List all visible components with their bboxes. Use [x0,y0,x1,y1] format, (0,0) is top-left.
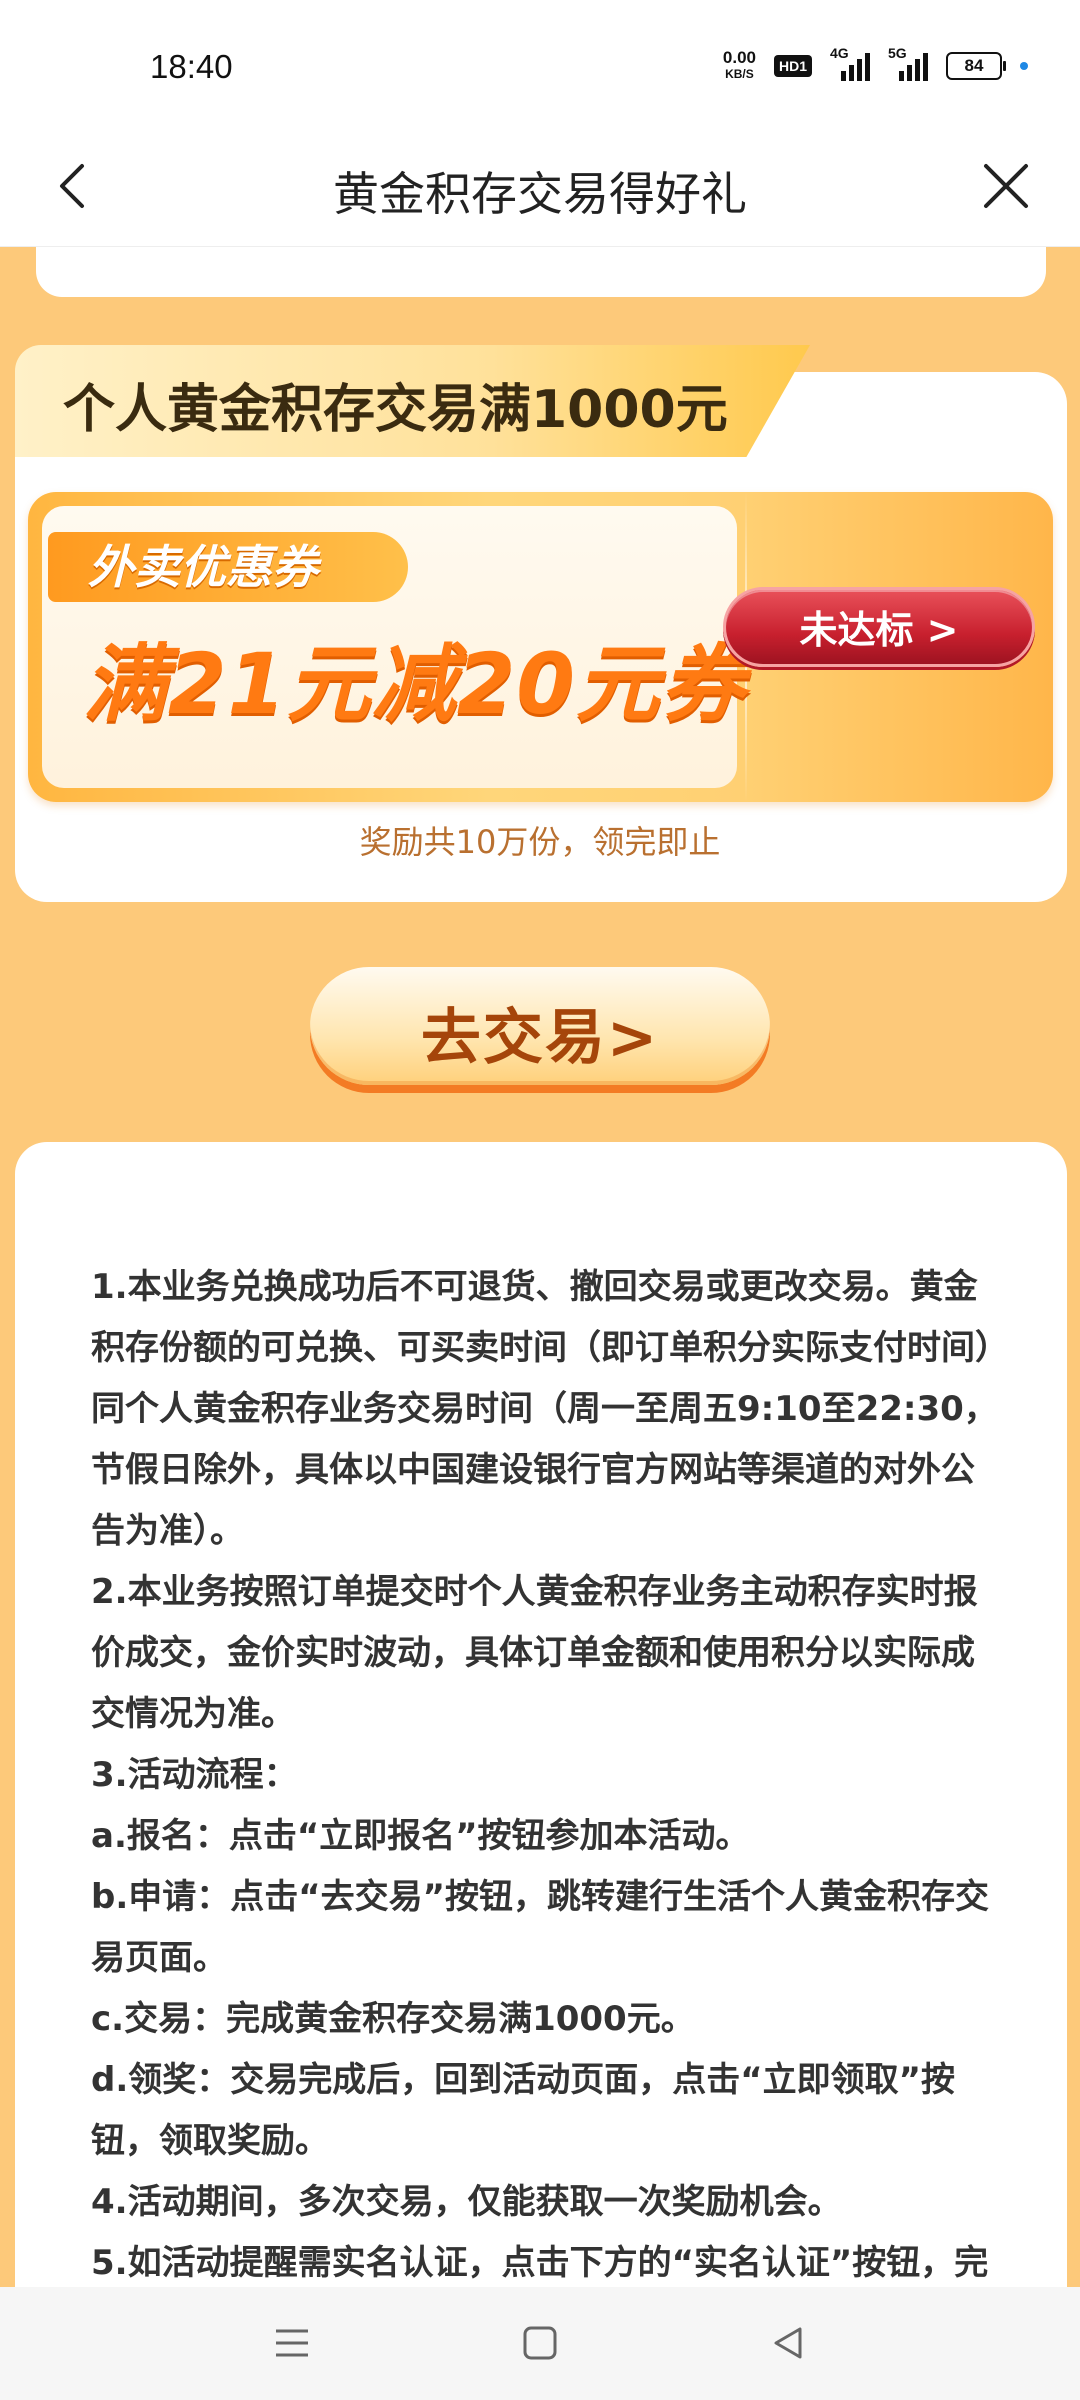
rule-item: 3.活动流程： [91,1755,298,1795]
screen: 18:40 0.00 KB/S HD1 4G 5G 84 黄金积存交易得好礼 个… [0,0,1080,2400]
rule-item: 2.本业务按照订单提交时个人黄金积存业务主动积存实时报价成交，金价实时波动，具体… [91,1572,978,1734]
network-speed-value: 0.00 [722,48,756,67]
close-icon [984,164,1028,208]
coupon-title: 满21元减20元券 [83,635,746,733]
not-qualified-button[interactable]: 未达标 > [723,587,1035,667]
go-trade-button[interactable]: 去交易> [310,967,770,1085]
signal-5g-icon: 5G [888,45,928,81]
system-back-button[interactable] [766,2321,810,2365]
rules-card: 1.本业务兑换成功后不可退货、撤回交易或更改交易。黄金积存份额的可兑换、可买卖时… [15,1142,1067,2287]
signal-4g-icon: 4G [830,45,870,81]
hd-icon: HD1 [773,55,812,77]
go-trade-label: 去交易> [420,1003,660,1073]
triangle-back-icon [774,2327,802,2359]
rule-item: 5.如活动提醒需实名认证，点击下方的“实名认证”按钮，完 [91,2243,989,2283]
network-speed-unit: KB/S [725,67,754,81]
rule-item: 1.本业务兑换成功后不可退货、撤回交易或更改交易。黄金积存份额的可兑换、可买卖时… [91,1267,998,1551]
rule-item: b.申请：点击“去交易”按钮，跳转建行生活个人黄金积存交易页面。 [91,1877,989,1978]
network-speed: 0.00 KB/S [722,48,756,82]
rule-item: d.领奖：交易完成后，回到活动页面，点击“立即领取”按钮，领取奖励。 [91,2060,955,2161]
rule-item: c.交易：完成黄金积存交易满1000元。 [91,1999,695,2039]
battery-icon: 84 [946,52,1006,80]
coupon-card: 外卖优惠券 满21元减20元券 未达标 > [28,492,1053,802]
battery-level: 84 [964,56,984,75]
reward-banner-title: 个人黄金积存交易满1000元 [63,380,728,440]
status-icons: 0.00 KB/S HD1 4G 5G 84 [722,45,1028,82]
activity-content: 个人黄金积存交易满1000元 外卖优惠券 满21元减20元券 未达标 > 奖励共… [0,247,1080,2287]
home-button[interactable] [518,2321,562,2365]
notification-dot-icon [1020,62,1028,70]
status-bar: 18:40 0.00 KB/S HD1 4G 5G 84 [0,0,1080,130]
rule-item: 4.活动期间，多次交易，仅能获取一次奖励机会。 [91,2182,842,2222]
square-home-icon [523,2326,557,2360]
coupon-tag: 外卖优惠券 [48,532,408,602]
reward-note: 奖励共10万份，领完即止 [359,823,721,861]
reward-banner: 个人黄金积存交易满1000元 [15,345,810,457]
page-title: 黄金积存交易得好礼 [333,167,747,221]
nav-bar: 黄金积存交易得好礼 [0,130,1080,247]
menu-button[interactable] [270,2321,314,2365]
status-time: 18:40 [150,48,233,85]
previous-card-bottom [36,247,1046,297]
close-button[interactable] [980,160,1032,212]
menu-icon [276,2329,308,2357]
rules-text: 1.本业务兑换成功后不可退货、撤回交易或更改交易。黄金积存份额的可兑换、可买卖时… [91,1257,1001,2287]
system-nav-bar [0,2287,1080,2400]
rule-item: a.报名：点击“立即报名”按钮参加本活动。 [91,1816,750,1856]
